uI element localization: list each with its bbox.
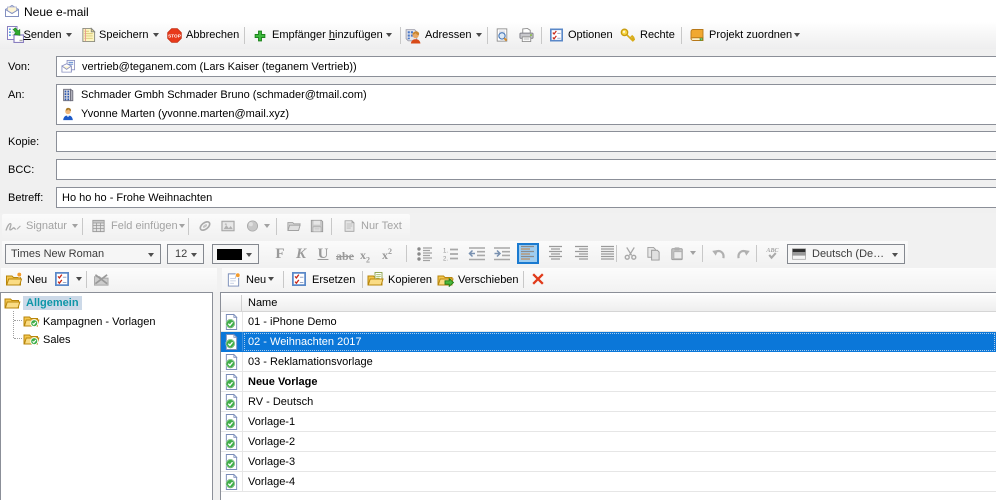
svg-text:2.: 2. — [443, 257, 448, 263]
svg-text:1.: 1. — [443, 249, 448, 255]
